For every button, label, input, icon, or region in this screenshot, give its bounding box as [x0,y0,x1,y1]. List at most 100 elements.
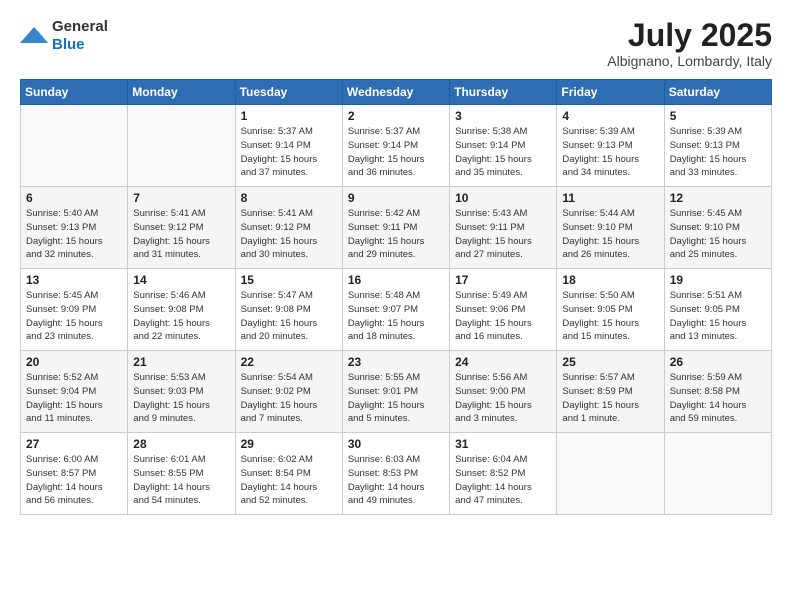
day-detail: Sunrise: 5:48 AM Sunset: 9:07 PM Dayligh… [348,289,444,344]
day-number: 5 [670,109,766,123]
day-detail: Sunrise: 5:39 AM Sunset: 9:13 PM Dayligh… [562,125,658,180]
calendar-cell: 25Sunrise: 5:57 AM Sunset: 8:59 PM Dayli… [557,351,664,433]
calendar-cell: 6 Sunrise: 5:40 AM Sunset: 9:13 PM Daylig… [21,187,128,269]
day-detail: Sunrise: 5:49 AM Sunset: 9:06 PM Dayligh… [455,289,551,344]
day-number: 27 [26,437,122,451]
calendar-cell: 28 Sunrise: 6:01 AM Sunset: 8:55 PM Dayli… [128,433,235,515]
day-number: 12 [670,191,766,205]
day-number: 13 [26,273,122,287]
calendar-cell: 4 Sunrise: 5:39 AM Sunset: 9:13 PM Daylig… [557,105,664,187]
day-number: 14 [133,273,229,287]
calendar-table: SundayMondayTuesdayWednesdayThursdayFrid… [20,79,772,515]
calendar-week-3: 13 Sunrise: 5:45 AM Sunset: 9:09 PM Dayli… [21,269,772,351]
day-detail: Sunrise: 6:02 AM Sunset: 8:54 PM Dayligh… [241,453,337,508]
calendar-cell: 15 Sunrise: 5:47 AM Sunset: 9:08 PM Dayli… [235,269,342,351]
day-number: 30 [348,437,444,451]
calendar-cell: 31 Sunrise: 6:04 AM Sunset: 8:52 PM Dayli… [450,433,557,515]
calendar-cell: 9 Sunrise: 5:42 AM Sunset: 9:11 PM Daylig… [342,187,449,269]
calendar-cell: 14 Sunrise: 5:46 AM Sunset: 9:08 PM Dayli… [128,269,235,351]
day-number: 8 [241,191,337,205]
day-detail: Sunrise: 5:37 AM Sunset: 9:14 PM Dayligh… [348,125,444,180]
day-number: 28 [133,437,229,451]
day-detail: Sunrise: 5:59 AM Sunset: 8:58 PM Dayligh… [670,371,766,426]
calendar-cell: 30 Sunrise: 6:03 AM Sunset: 8:53 PM Dayli… [342,433,449,515]
day-number: 18 [562,273,658,287]
calendar-cell: 29 Sunrise: 6:02 AM Sunset: 8:54 PM Dayli… [235,433,342,515]
col-header-saturday: Saturday [664,80,771,105]
calendar-cell: 10 Sunrise: 5:43 AM Sunset: 9:11 PM Dayli… [450,187,557,269]
calendar-cell: 3 Sunrise: 5:38 AM Sunset: 9:14 PM Daylig… [450,105,557,187]
day-number: 31 [455,437,551,451]
day-detail: Sunrise: 5:51 AM Sunset: 9:05 PM Dayligh… [670,289,766,344]
day-detail: Sunrise: 5:40 AM Sunset: 9:13 PM Dayligh… [26,207,122,262]
day-detail: Sunrise: 5:53 AM Sunset: 9:03 PM Dayligh… [133,371,229,426]
col-header-wednesday: Wednesday [342,80,449,105]
calendar-cell: 18 Sunrise: 5:50 AM Sunset: 9:05 PM Dayli… [557,269,664,351]
day-number: 9 [348,191,444,205]
calendar-cell: 12 Sunrise: 5:45 AM Sunset: 9:10 PM Dayli… [664,187,771,269]
calendar-cell: 24Sunrise: 5:56 AM Sunset: 9:00 PM Dayli… [450,351,557,433]
day-detail: Sunrise: 6:00 AM Sunset: 8:57 PM Dayligh… [26,453,122,508]
calendar-week-1: 1 Sunrise: 5:37 AM Sunset: 9:14 PM Daylig… [21,105,772,187]
calendar-cell: 19Sunrise: 5:51 AM Sunset: 9:05 PM Dayli… [664,269,771,351]
day-detail: Sunrise: 5:45 AM Sunset: 9:09 PM Dayligh… [26,289,122,344]
day-number: 11 [562,191,658,205]
day-detail: Sunrise: 6:01 AM Sunset: 8:55 PM Dayligh… [133,453,229,508]
day-detail: Sunrise: 5:43 AM Sunset: 9:11 PM Dayligh… [455,207,551,262]
calendar-cell [664,433,771,515]
day-detail: Sunrise: 5:56 AM Sunset: 9:00 PM Dayligh… [455,371,551,426]
col-header-monday: Monday [128,80,235,105]
calendar-cell: 26 Sunrise: 5:59 AM Sunset: 8:58 PM Dayli… [664,351,771,433]
day-number: 3 [455,109,551,123]
day-detail: Sunrise: 5:47 AM Sunset: 9:08 PM Dayligh… [241,289,337,344]
calendar-cell [557,433,664,515]
calendar-cell: 21 Sunrise: 5:53 AM Sunset: 9:03 PM Dayli… [128,351,235,433]
day-detail: Sunrise: 5:45 AM Sunset: 9:10 PM Dayligh… [670,207,766,262]
day-number: 15 [241,273,337,287]
col-header-tuesday: Tuesday [235,80,342,105]
day-detail: Sunrise: 6:03 AM Sunset: 8:53 PM Dayligh… [348,453,444,508]
day-detail: Sunrise: 5:50 AM Sunset: 9:05 PM Dayligh… [562,289,658,344]
calendar-cell: 5Sunrise: 5:39 AM Sunset: 9:13 PM Daylig… [664,105,771,187]
logo-blue: Blue [52,36,85,53]
day-number: 6 [26,191,122,205]
day-number: 26 [670,355,766,369]
logo-icon [20,25,48,47]
day-number: 1 [241,109,337,123]
day-number: 25 [562,355,658,369]
day-number: 17 [455,273,551,287]
calendar-cell [128,105,235,187]
day-number: 29 [241,437,337,451]
logo-general: General [52,18,108,35]
col-header-friday: Friday [557,80,664,105]
month-year: July 2025 [607,18,772,53]
day-detail: Sunrise: 6:04 AM Sunset: 8:52 PM Dayligh… [455,453,551,508]
day-detail: Sunrise: 5:41 AM Sunset: 9:12 PM Dayligh… [133,207,229,262]
calendar-cell: 20Sunrise: 5:52 AM Sunset: 9:04 PM Dayli… [21,351,128,433]
calendar-cell: 27 Sunrise: 6:00 AM Sunset: 8:57 PM Dayli… [21,433,128,515]
day-detail: Sunrise: 5:38 AM Sunset: 9:14 PM Dayligh… [455,125,551,180]
calendar-week-4: 20Sunrise: 5:52 AM Sunset: 9:04 PM Dayli… [21,351,772,433]
logo: General Blue [20,18,108,54]
day-detail: Sunrise: 5:55 AM Sunset: 9:01 PM Dayligh… [348,371,444,426]
day-number: 4 [562,109,658,123]
calendar-cell: 22Sunrise: 5:54 AM Sunset: 9:02 PM Dayli… [235,351,342,433]
calendar-cell: 11 Sunrise: 5:44 AM Sunset: 9:10 PM Dayli… [557,187,664,269]
calendar-cell: 16Sunrise: 5:48 AM Sunset: 9:07 PM Dayli… [342,269,449,351]
calendar-cell: 2Sunrise: 5:37 AM Sunset: 9:14 PM Daylig… [342,105,449,187]
day-detail: Sunrise: 5:52 AM Sunset: 9:04 PM Dayligh… [26,371,122,426]
day-detail: Sunrise: 5:41 AM Sunset: 9:12 PM Dayligh… [241,207,337,262]
col-header-sunday: Sunday [21,80,128,105]
col-header-thursday: Thursday [450,80,557,105]
day-detail: Sunrise: 5:42 AM Sunset: 9:11 PM Dayligh… [348,207,444,262]
day-detail: Sunrise: 5:46 AM Sunset: 9:08 PM Dayligh… [133,289,229,344]
day-number: 21 [133,355,229,369]
calendar-header-row: SundayMondayTuesdayWednesdayThursdayFrid… [21,80,772,105]
day-number: 10 [455,191,551,205]
day-number: 22 [241,355,337,369]
day-number: 7 [133,191,229,205]
calendar-cell: 7 Sunrise: 5:41 AM Sunset: 9:12 PM Daylig… [128,187,235,269]
day-detail: Sunrise: 5:44 AM Sunset: 9:10 PM Dayligh… [562,207,658,262]
page: General Blue July 2025 Albignano, Lombar… [0,0,792,612]
day-number: 23 [348,355,444,369]
